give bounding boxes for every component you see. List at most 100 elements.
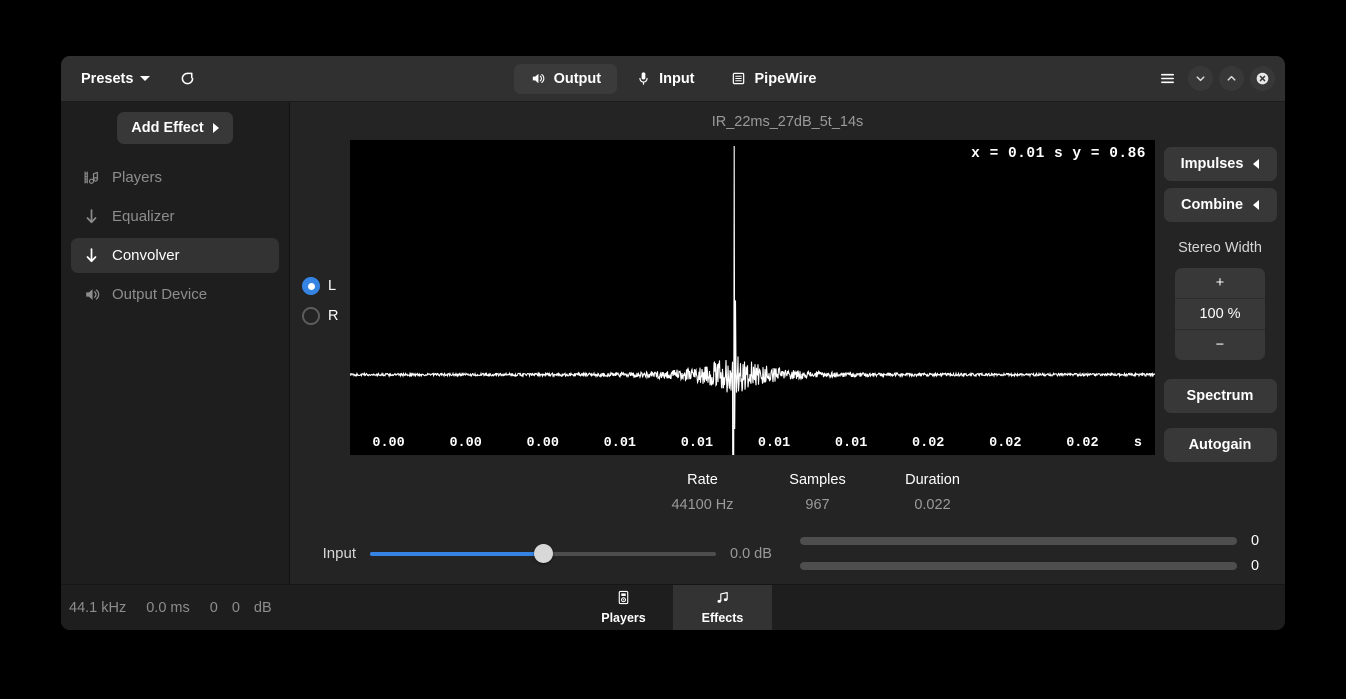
impulse-file-title: IR_22ms_27dB_5t_14s	[711, 114, 864, 130]
meter-bar	[800, 562, 1237, 570]
tab-output[interactable]: Output	[513, 63, 618, 94]
radio-icon	[302, 307, 320, 325]
info-duration-label: Duration	[905, 472, 960, 488]
hamburger-icon	[1160, 73, 1174, 84]
chevron-down-icon	[1196, 76, 1205, 82]
autogain-button[interactable]: Autogain	[1163, 428, 1277, 462]
stereo-width-decrement[interactable]: −	[1175, 330, 1265, 360]
sidebar-item-output-device[interactable]: Output Device	[71, 277, 279, 312]
info-samples-label: Samples	[789, 472, 846, 488]
menu-button[interactable]	[1152, 64, 1182, 94]
meter-value: 0	[1251, 533, 1260, 549]
x-tick: 0.02	[1066, 436, 1099, 451]
convolver-controls: Impulses Combine Stereo Width + 100 % −	[1155, 140, 1285, 462]
channel-radio-l[interactable]: L	[302, 277, 350, 295]
level-meter-left: 0	[800, 533, 1273, 549]
impulse-info: Rate 44100 Hz Samples 967 Duration 0.022	[290, 472, 1285, 513]
x-tick: 0.00	[449, 436, 482, 451]
impulses-label: Impulses	[1180, 156, 1244, 172]
close-circle-icon	[1256, 72, 1269, 85]
channel-radio-r[interactable]: R	[302, 307, 350, 325]
status-sample-rate: 44.1 kHz	[69, 599, 127, 616]
minimize-button[interactable]	[1188, 66, 1213, 91]
tab-input-label: Input	[659, 70, 695, 87]
stereo-width-label: Stereo Width	[1178, 240, 1262, 256]
maximize-button[interactable]	[1219, 66, 1244, 91]
sidebar-item-label: Equalizer	[112, 208, 175, 225]
bottom-tab-effects[interactable]: Effects	[673, 585, 772, 630]
stereo-width-increment[interactable]: +	[1175, 268, 1265, 298]
bottom-tab-players[interactable]: Players	[574, 585, 673, 630]
impulse-response-plot[interactable]: x = 0.01 s y = 0.86 0.00 0.00 0.00 0.01 …	[350, 140, 1155, 455]
status-bar: 44.1 kHz 0.0 ms 0 0 dB Players Effects	[61, 584, 1285, 630]
level-meter-right: 0	[800, 558, 1273, 574]
bottom-controls: Input 0.0 dB 0 0	[290, 533, 1285, 574]
tab-input[interactable]: Input	[621, 64, 710, 94]
waveform-canvas	[350, 145, 1155, 455]
main-content: IR_22ms_27dB_5t_14s L R x = 0.01 s y = 0…	[290, 102, 1285, 584]
info-samples-value: 967	[805, 497, 830, 513]
app-window: Presets Output Input PipeWire Add Effect…	[61, 56, 1285, 630]
sidebar-item-players[interactable]: Players	[71, 160, 279, 195]
x-tick: 0.02	[912, 436, 945, 451]
reset-button[interactable]	[172, 64, 202, 94]
tab-pipewire[interactable]: PipeWire	[715, 64, 833, 94]
x-tick: 0.01	[757, 436, 791, 451]
sidebar-item-label: Output Device	[112, 286, 208, 303]
stereo-width-value[interactable]: 100 %	[1175, 298, 1265, 330]
bottom-tab-effects-label: Effects	[701, 611, 744, 625]
arrow-down-icon	[83, 247, 100, 264]
add-effect-wrapper: Add Effect	[61, 112, 289, 144]
sidebar-item-label: Convolver	[112, 247, 180, 264]
input-gain-group: Input 0.0 dB	[302, 544, 792, 564]
plot-area: L R x = 0.01 s y = 0.86 0.00 0.00 0.00 0…	[290, 140, 1285, 462]
add-effect-button[interactable]: Add Effect	[117, 112, 233, 144]
chevron-left-icon	[1253, 159, 1260, 169]
channel-radio-r-label: R	[328, 308, 339, 324]
slider-fill	[370, 551, 543, 556]
combine-label: Combine	[1180, 197, 1244, 213]
window-controls	[1144, 64, 1275, 94]
bottom-tab-players-label: Players	[601, 611, 646, 625]
input-gain-value: 0.0 dB	[730, 545, 772, 562]
media-player-icon	[616, 590, 631, 608]
level-meters: 0 0	[792, 533, 1273, 574]
speaker-icon	[532, 73, 544, 84]
sidebar: Add Effect Players Equalizer Convolver O…	[61, 102, 290, 584]
info-duration-value: 0.022	[914, 497, 951, 513]
channel-selector: L R	[290, 140, 350, 462]
meter-value: 0	[1251, 558, 1260, 574]
x-tick: 0.00	[372, 436, 405, 451]
input-gain-label: Input	[322, 545, 356, 562]
x-tick: 0.01	[834, 436, 868, 451]
header-bar: Presets Output Input PipeWire	[61, 56, 1285, 102]
close-button[interactable]	[1250, 66, 1275, 91]
x-tick: 0.00	[526, 436, 559, 451]
sidebar-item-convolver[interactable]: Convolver	[71, 238, 279, 273]
sidebar-item-equalizer[interactable]: Equalizer	[71, 199, 279, 234]
header-left-group: Presets	[71, 64, 202, 94]
radio-icon	[302, 277, 320, 295]
tab-output-label: Output	[553, 70, 602, 87]
tab-pipewire-label: PipeWire	[754, 70, 817, 87]
info-rate-value: 44100 Hz	[671, 497, 734, 513]
view-tabs: Output Input PipeWire	[61, 63, 1285, 94]
info-rate-label: Rate	[687, 472, 718, 488]
impulses-button[interactable]: Impulses	[1163, 147, 1277, 181]
x-tick: 0.02	[989, 436, 1022, 451]
status-level-unit: dB	[253, 599, 272, 616]
combine-button[interactable]: Combine	[1163, 188, 1277, 222]
slider-knob[interactable]	[533, 544, 553, 563]
chevron-right-icon	[212, 123, 219, 133]
sidebar-item-label: Players	[112, 169, 163, 186]
spectrum-label: Spectrum	[1186, 388, 1254, 404]
presets-button[interactable]: Presets	[71, 65, 160, 93]
window-body: Add Effect Players Equalizer Convolver O…	[61, 102, 1285, 584]
chevron-down-icon	[140, 76, 151, 81]
spectrum-button[interactable]: Spectrum	[1163, 379, 1277, 413]
meter-bar	[800, 537, 1237, 545]
input-gain-slider[interactable]	[370, 544, 716, 564]
status-level-left: 0	[209, 599, 218, 616]
info-samples: Samples 967	[760, 472, 875, 513]
list-icon	[732, 72, 744, 85]
